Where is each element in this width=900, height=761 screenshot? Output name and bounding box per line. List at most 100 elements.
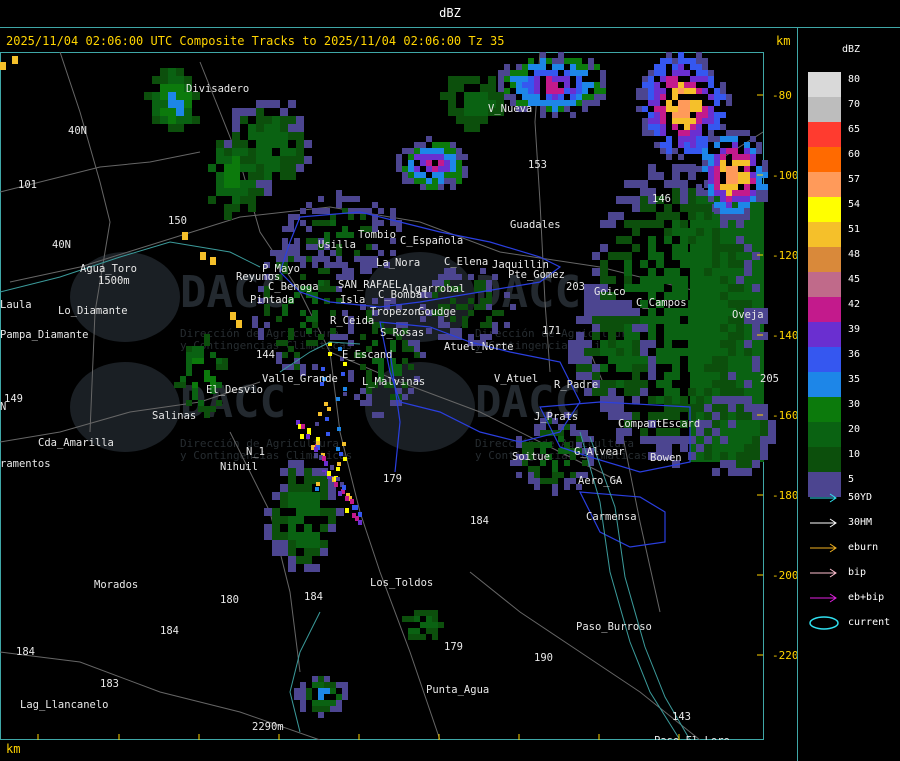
radar-echo-cell (648, 204, 656, 212)
radar-echo-cell (760, 444, 768, 452)
place-label: Laula (0, 299, 32, 311)
place-label: Morados (94, 579, 138, 591)
radar-echo-cell (696, 136, 702, 142)
radar-echo-cell (396, 166, 402, 172)
radar-echo-cell (528, 478, 534, 484)
radar-echo-cell (336, 447, 340, 451)
legend-swatch-70 (808, 97, 841, 122)
radar-echo-cell (624, 316, 632, 324)
radar-echo-cell (312, 256, 318, 262)
radar-echo-cell (684, 100, 690, 106)
radar-echo-cell (552, 466, 558, 472)
radar-echo-cell (210, 352, 216, 358)
radar-echo-cell (558, 58, 564, 64)
radar-echo-cell (624, 252, 632, 260)
radar-echo-cell (336, 202, 342, 208)
radar-echo-cell (236, 320, 242, 328)
track-arrow-icon (810, 493, 837, 503)
y-tick-label: -180 (772, 489, 797, 502)
radar-echo-cell (600, 82, 606, 88)
radar-echo-cell (322, 456, 326, 461)
radar-echo-cell (608, 252, 616, 260)
radar-echo-cell (664, 444, 672, 452)
radar-echo-cell (204, 340, 210, 346)
radar-echo-cell (564, 460, 570, 466)
radar-echo-cell (480, 280, 486, 286)
radar-echo-cell (712, 244, 720, 252)
radar-echo-cell (712, 396, 720, 404)
radar-echo-cell (432, 142, 438, 148)
radar-echo-cell (552, 94, 558, 100)
radar-echo-cell (0, 62, 6, 70)
radar-echo-cell (648, 284, 656, 292)
radar-echo-cell (678, 136, 684, 142)
radar-echo-cell (696, 148, 702, 154)
radar-echo-cell (312, 208, 318, 214)
radar-echo-cell (558, 106, 564, 112)
radar-echo-cell (696, 76, 702, 82)
radar-echo-cell (642, 94, 648, 100)
radar-echo-cell (752, 356, 760, 364)
radar-echo-cell (528, 76, 534, 82)
radar-echo-cell (186, 358, 192, 364)
radar-echo-cell (714, 178, 720, 184)
radar-echo-cell (568, 348, 576, 356)
radar-echo-cell (720, 356, 728, 364)
legend-swatch-54 (808, 197, 841, 222)
radar-echo-cell (672, 348, 680, 356)
radar-echo-cell (680, 164, 688, 172)
radar-echo-cell (672, 324, 680, 332)
radar-echo-cell (660, 148, 666, 154)
radar-map[interactable]: DACCDirección de Agriculturay Contingenc… (0, 52, 797, 740)
radar-echo-cell (704, 404, 712, 412)
radar-echo-cell (296, 468, 304, 476)
radar-echo-cell (672, 118, 678, 124)
radar-echo-cell (474, 286, 480, 292)
radar-echo-cell (696, 64, 702, 70)
radar-echo-cell (312, 492, 320, 500)
radar-echo-cell (504, 64, 510, 70)
radar-echo-cell (600, 348, 608, 356)
radar-echo-cell (444, 274, 450, 280)
radar-echo-cell (396, 154, 402, 160)
radar-echo-cell (664, 324, 672, 332)
radar-echo-cell (664, 228, 672, 236)
place-label: El_Desvio (206, 384, 263, 396)
radar-echo-cell (224, 148, 232, 156)
radar-echo-cell (327, 471, 331, 476)
radar-echo-cell (564, 100, 570, 106)
legend-value: 60 (848, 149, 861, 160)
radar-echo-cell (264, 532, 272, 540)
radar-echo-cell (492, 328, 498, 334)
radar-echo-cell (264, 180, 272, 188)
radar-echo-cell (760, 412, 768, 420)
radar-echo-cell (324, 220, 330, 226)
radar-echo-cell (616, 348, 624, 356)
radar-echo-cell (656, 436, 664, 444)
radar-echo-cell (660, 124, 666, 130)
radar-echo-cell (300, 208, 306, 214)
radar-echo-cell (408, 628, 414, 634)
legend-value: 65 (848, 124, 861, 135)
radar-echo-cell (272, 516, 280, 524)
radar-echo-cell (312, 676, 318, 682)
radar-echo-cell (624, 260, 632, 268)
radar-echo-cell (712, 380, 720, 388)
radar-echo-cell (210, 376, 216, 382)
radar-echo-cell (696, 372, 704, 380)
radar-echo-cell (168, 108, 176, 116)
radar-echo-cell (264, 116, 272, 124)
radar-echo-cell (248, 108, 256, 116)
radar-echo-cell (304, 156, 312, 164)
radar-echo-cell (540, 478, 546, 484)
radar-echo-cell (688, 324, 696, 332)
y-tick-label: -100 (772, 169, 797, 182)
radar-echo-cell (474, 304, 480, 310)
radar-echo-cell (624, 332, 632, 340)
radar-echo-cell (486, 304, 492, 310)
legend-value: 48 (848, 249, 861, 260)
radar-echo-cell (684, 124, 690, 130)
place-label: 180 (220, 594, 239, 606)
radar-echo-cell (342, 232, 348, 238)
radar-echo-cell (256, 100, 264, 108)
